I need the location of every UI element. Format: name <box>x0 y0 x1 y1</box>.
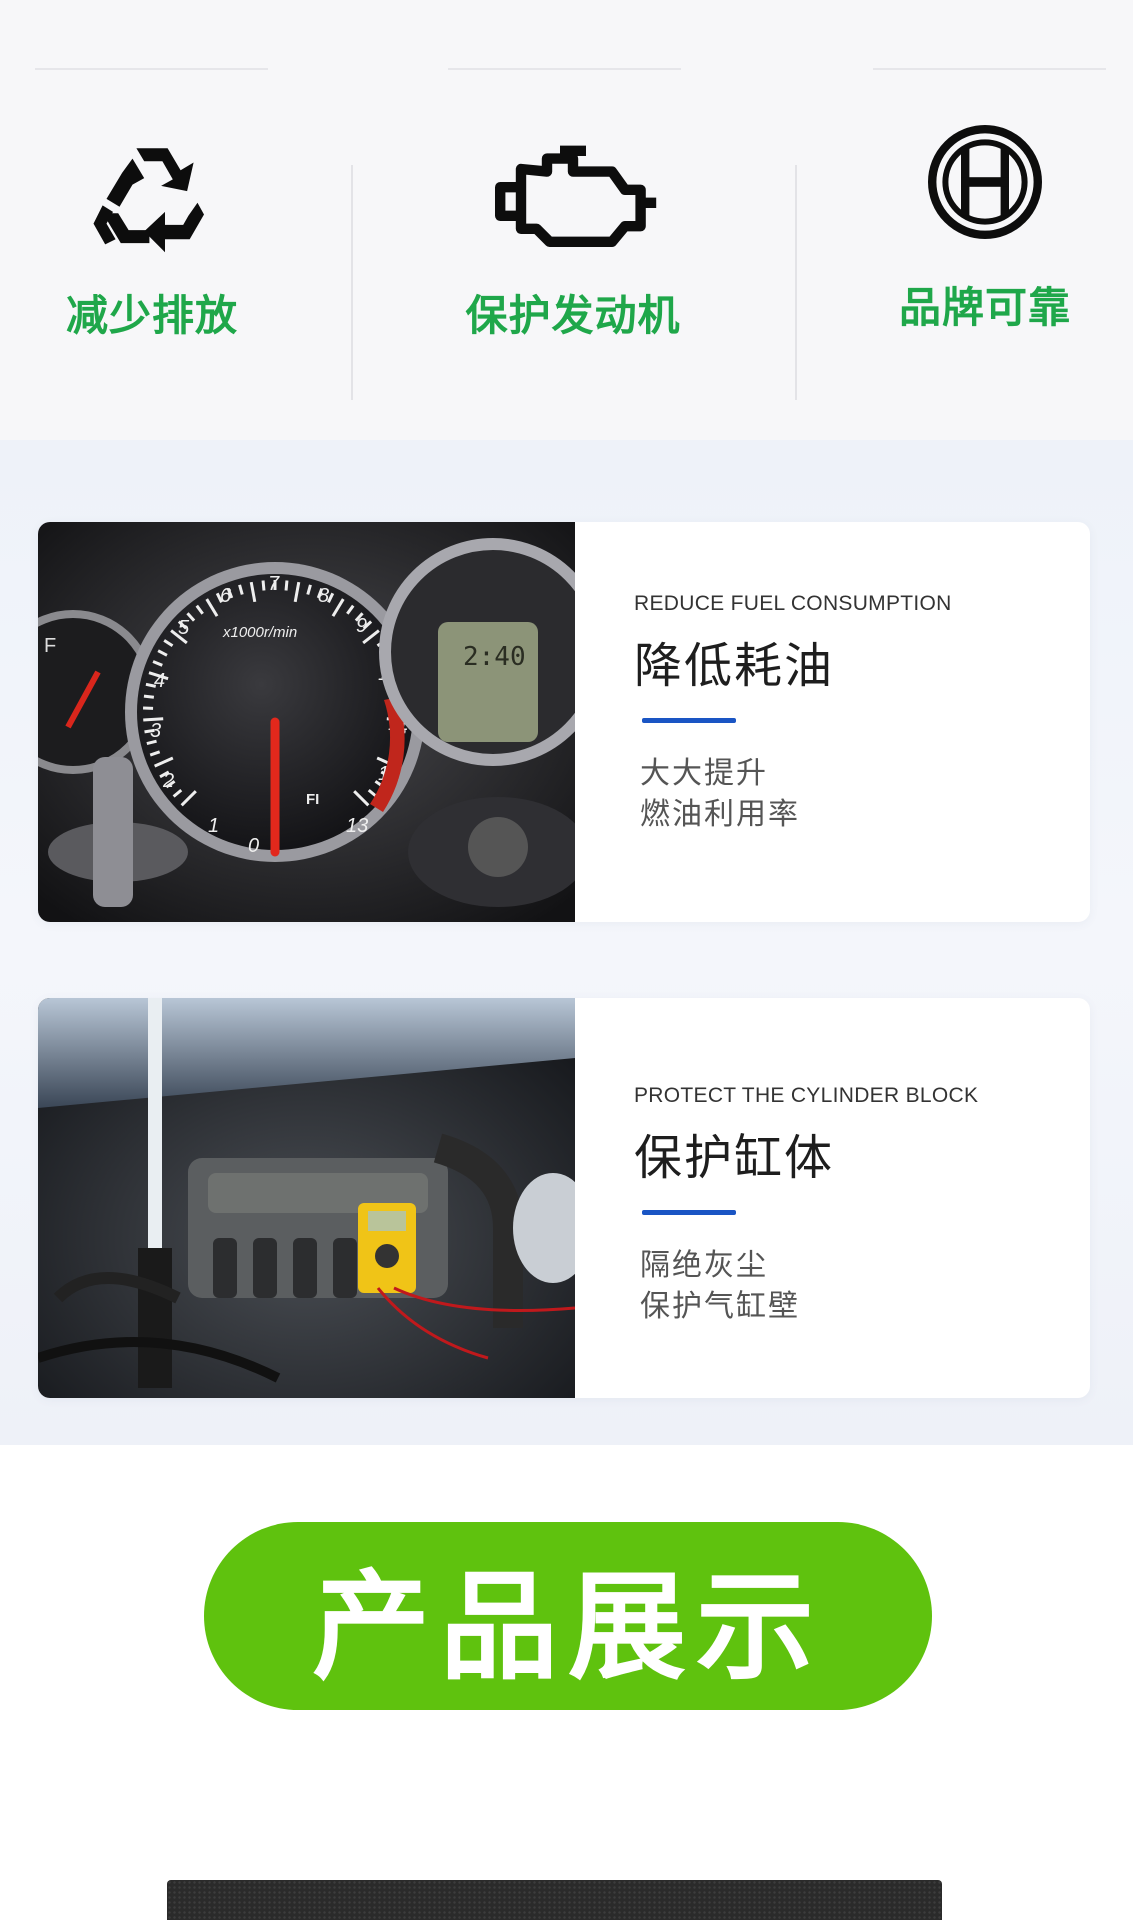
divider <box>351 165 353 400</box>
benefit-desc-line: 隔绝灰尘 <box>640 1248 768 1283</box>
divider <box>873 68 1106 70</box>
engine-icon <box>495 145 657 247</box>
benefit-desc-line: 保护气缸壁 <box>640 1289 800 1324</box>
svg-text:1: 1 <box>208 815 219 837</box>
benefit-en-title: PROTECT THE CYLINDER BLOCK <box>634 1084 979 1107</box>
lcd-time-label: 2:40 <box>463 642 526 672</box>
benefit-text: PROTECT THE CYLINDER BLOCK 保护缸体 隔绝灰尘 保护气… <box>634 1084 1064 1327</box>
benefit-card-cylinder: PROTECT THE CYLINDER BLOCK 保护缸体 隔绝灰尘 保护气… <box>38 998 1090 1398</box>
benefit-desc-line: 大大提升 <box>640 756 768 791</box>
gauge-fi-label: FI <box>306 791 319 808</box>
benefit-cn-title: 保护缸体 <box>634 1130 835 1186</box>
svg-text:8: 8 <box>318 585 329 607</box>
divider <box>448 68 681 70</box>
benefit-text: REDUCE FUEL CONSUMPTION 降低耗油 大大提升 燃油利用率 <box>634 592 1064 835</box>
gauge-unit-label: x1000r/min <box>222 624 297 641</box>
recycle-icon <box>93 148 204 253</box>
svg-text:9: 9 <box>356 615 367 637</box>
benefit-en-title: REDUCE FUEL CONSUMPTION <box>634 592 952 615</box>
benefit-desc-line: 燃油利用率 <box>640 797 800 832</box>
svg-text:2: 2 <box>162 770 174 792</box>
engine-bay-photo <box>38 998 575 1398</box>
feature-label: 品牌可靠 <box>898 283 1071 332</box>
feature-strip: 减少排放 保护发动机 品牌可靠 <box>0 0 1133 440</box>
bosch-logo-icon <box>928 125 1042 239</box>
feature-reduce-emission: 减少排放 <box>2 130 302 350</box>
benefit-cn-title: 降低耗油 <box>634 638 835 694</box>
svg-text:0: 0 <box>248 835 259 857</box>
benefit-desc: 隔绝灰尘 保护气缸壁 <box>640 1245 1064 1327</box>
benefit-desc: 大大提升 燃油利用率 <box>640 753 1064 835</box>
divider <box>35 68 268 70</box>
product-display-banner: 产品展示 <box>204 1522 932 1710</box>
dashboard-gauge-photo: F 123 456 789 101112 130 x1000r/min FI <box>38 522 575 922</box>
svg-text:13: 13 <box>346 815 368 837</box>
benefits-section: F 123 456 789 101112 130 x1000r/min FI <box>0 440 1133 1445</box>
svg-text:7: 7 <box>268 573 280 595</box>
benefit-card-fuel: F 123 456 789 101112 130 x1000r/min FI <box>38 522 1090 922</box>
svg-text:6: 6 <box>220 585 232 607</box>
product-filter-image <box>167 1880 942 1920</box>
feature-label: 保护发动机 <box>465 291 681 340</box>
accent-bar <box>642 1210 736 1215</box>
svg-text:3: 3 <box>150 720 161 742</box>
accent-bar <box>642 718 736 723</box>
feature-protect-engine: 保护发动机 <box>423 130 723 350</box>
svg-text:5: 5 <box>178 617 190 639</box>
svg-text:4: 4 <box>154 670 165 692</box>
svg-text:F: F <box>44 635 56 657</box>
feature-label: 减少排放 <box>65 291 238 340</box>
product-display-title: 产品展示 <box>311 1557 824 1696</box>
feature-brand-reliable: 品牌可靠 <box>835 125 1133 350</box>
divider <box>795 165 797 400</box>
